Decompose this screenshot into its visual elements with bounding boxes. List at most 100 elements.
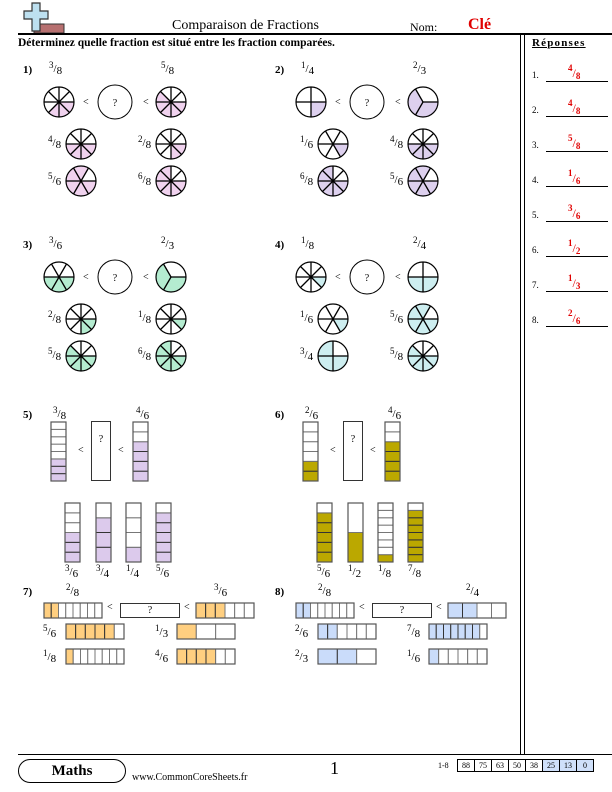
fraction-label: 1/6 <box>407 648 421 665</box>
filled-segment <box>316 551 333 563</box>
fraction-label: 2/6 <box>295 623 309 640</box>
filled-segment <box>155 551 172 563</box>
fraction-bar <box>125 502 142 563</box>
empty-segment <box>407 502 424 511</box>
svg-text:?: ? <box>365 273 370 284</box>
less-than-symbol: < <box>335 97 341 108</box>
empty-segment <box>347 502 364 533</box>
empty-segment <box>155 502 172 514</box>
problem-number: 4) <box>275 239 285 251</box>
filled-segment <box>50 458 67 467</box>
filled-segment <box>347 532 364 563</box>
fraction-bar <box>195 602 255 619</box>
filled-segment <box>457 623 466 640</box>
score-cell: 75 <box>474 759 492 772</box>
filled-segment <box>205 648 217 665</box>
fraction-label: 2/8 <box>66 582 80 599</box>
empty-segment <box>50 443 67 452</box>
empty-segment <box>125 532 142 548</box>
fraction-circle <box>43 261 75 293</box>
answer-line <box>546 186 608 187</box>
fraction-label: 1/6 <box>300 309 314 326</box>
filled-segment <box>428 648 440 665</box>
score-cell: 38 <box>525 759 543 772</box>
answer-line <box>546 256 608 257</box>
less-than-symbol: < <box>395 272 401 283</box>
less-than-symbol: < <box>184 602 190 613</box>
score-cell: 88 <box>457 759 475 772</box>
fraction-bar <box>65 648 125 665</box>
fraction-bar <box>65 623 125 640</box>
fraction-bar <box>347 502 364 563</box>
fraction-circle <box>295 261 327 293</box>
empty-segment <box>479 623 488 640</box>
filled-segment <box>302 460 319 472</box>
less-than-symbol: < <box>359 602 365 613</box>
unknown-circle: ? <box>349 84 385 120</box>
filled-segment <box>84 623 96 640</box>
empty-segment <box>377 532 394 541</box>
filled-segment <box>377 554 394 563</box>
fraction-label: 5/6 <box>317 563 331 580</box>
fraction-label: 2/4 <box>413 235 427 252</box>
empty-segment <box>302 421 319 433</box>
empty-segment <box>94 648 103 665</box>
filled-segment <box>407 539 424 548</box>
empty-segment <box>125 502 142 519</box>
answer-line <box>546 151 608 152</box>
fraction-label: 3/4 <box>300 346 314 363</box>
filled-segment <box>43 602 52 619</box>
answer-row: 7. 1/3 <box>532 272 608 292</box>
svg-text:?: ? <box>113 273 118 284</box>
fraction-circle <box>407 128 439 160</box>
filled-segment <box>384 470 401 482</box>
fraction-label: 1/8 <box>138 309 152 326</box>
filled-segment <box>75 623 86 640</box>
less-than-symbol: < <box>370 445 376 456</box>
empty-segment <box>64 522 81 533</box>
empty-segment <box>491 602 507 619</box>
filled-segment <box>302 602 311 619</box>
empty-segment <box>356 623 367 640</box>
fraction-circle <box>407 261 439 293</box>
filled-segment <box>407 554 424 563</box>
filled-segment <box>64 551 81 563</box>
fraction-label: 2/6 <box>305 405 319 422</box>
unknown-circle: ? <box>97 259 133 295</box>
fraction-bar <box>428 623 488 640</box>
website-link[interactable]: www.CommonCoreSheets.fr <box>132 772 247 783</box>
fraction-circle <box>155 165 187 197</box>
fraction-label: 4/6 <box>155 648 169 665</box>
filled-segment <box>132 441 149 452</box>
unknown-box: ? <box>91 421 111 481</box>
fraction-label: 2/3 <box>295 648 309 665</box>
less-than-symbol: < <box>143 97 149 108</box>
fraction-circle <box>407 303 439 335</box>
empty-segment <box>331 602 340 619</box>
less-than-symbol: < <box>143 272 149 283</box>
score-cell: 25 <box>542 759 560 772</box>
answer-row: 5. 3/6 <box>532 202 608 222</box>
empty-segment <box>324 602 333 619</box>
empty-segment <box>377 524 394 533</box>
answer-number: 5. <box>532 210 539 220</box>
fraction-label: 4/8 <box>390 134 404 151</box>
empty-segment <box>243 602 255 619</box>
filled-segment <box>384 441 401 452</box>
answer-row: 1. 4/8 <box>532 62 608 82</box>
answer-number: 3. <box>532 140 539 150</box>
fraction-circle <box>295 86 327 118</box>
unknown-box: ? <box>372 603 432 618</box>
fraction-circle <box>43 86 75 118</box>
empty-segment <box>95 502 112 519</box>
filled-segment <box>472 623 481 640</box>
fraction-label: 2/8 <box>138 134 152 151</box>
fraction-bar <box>377 502 394 563</box>
empty-segment <box>215 648 226 665</box>
fraction-label: 1/2 <box>348 563 362 580</box>
answer-number: 4. <box>532 175 539 185</box>
empty-segment <box>476 648 488 665</box>
empty-segment <box>302 441 319 452</box>
empty-segment <box>58 602 67 619</box>
answer-fraction: 4/8 <box>568 98 581 116</box>
